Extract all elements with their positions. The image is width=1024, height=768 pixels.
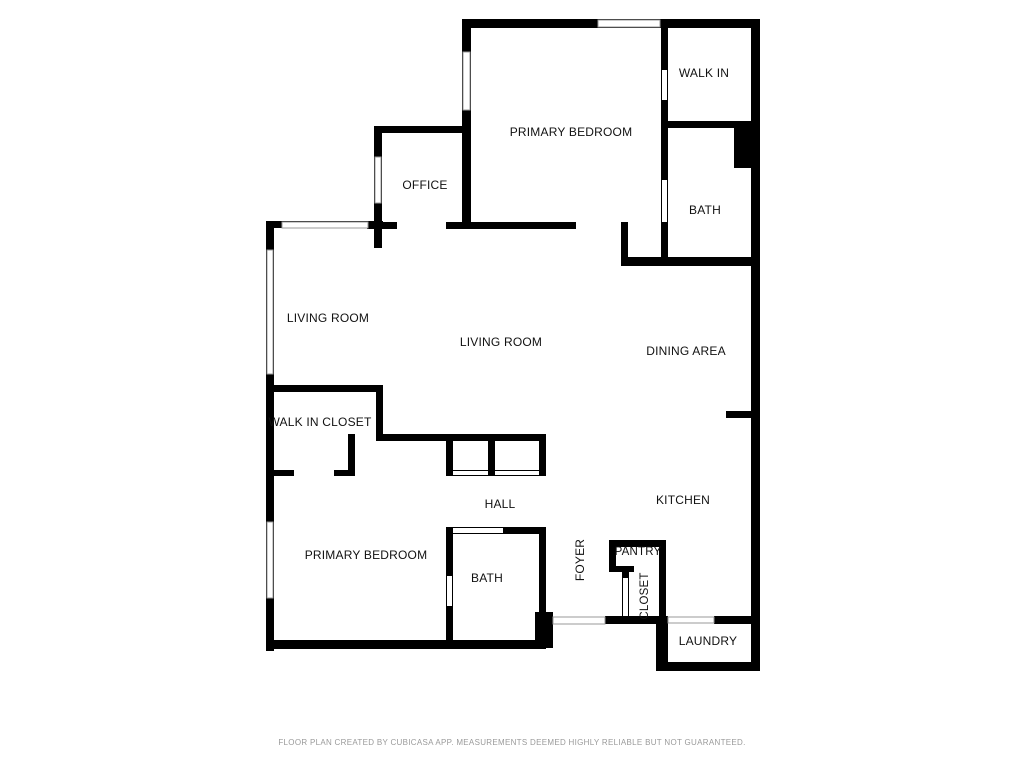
label-living-room-center: LIVING ROOM	[460, 335, 542, 349]
label-laundry: LAUNDRY	[679, 634, 738, 648]
label-foyer: FOYER	[573, 539, 587, 581]
floor-plan: PRIMARY BEDROOM WALK IN BATH OFFICE LIVI…	[266, 19, 760, 747]
label-hall: HALL	[485, 497, 516, 511]
footer-disclaimer: FLOOR PLAN CREATED BY CUBICASA APP. MEAS…	[278, 738, 745, 747]
label-walk-in-closet: WALK IN CLOSET	[268, 415, 372, 429]
label-dining-area: DINING AREA	[646, 344, 726, 358]
label-pantry: PANTRY	[615, 546, 662, 558]
label-walk-in: WALK IN	[679, 66, 729, 80]
label-primary-bedroom-bottom: PRIMARY BEDROOM	[305, 548, 428, 562]
label-office: OFFICE	[402, 178, 447, 192]
label-primary-bedroom-top: PRIMARY BEDROOM	[510, 125, 633, 139]
label-bath-bottom: BATH	[471, 571, 503, 585]
label-closet: CLOSET	[639, 572, 651, 619]
label-kitchen: KITCHEN	[656, 493, 710, 507]
label-bath-top: BATH	[689, 203, 721, 217]
label-living-room-left: LIVING ROOM	[287, 311, 369, 325]
